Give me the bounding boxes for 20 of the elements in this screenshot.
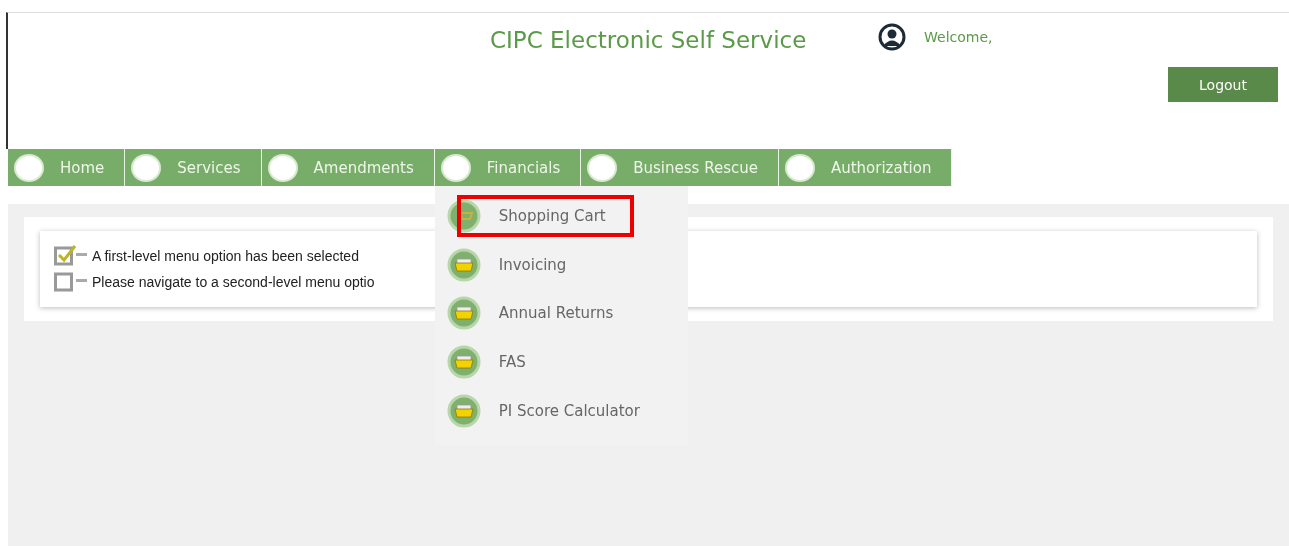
- submenu-item[interactable]: FAS: [456, 341, 542, 384]
- nav-menu-item[interactable]: Home: [8, 149, 126, 186]
- site-title: CIPC Electronic Self Service: [490, 27, 807, 53]
- nav-menu-item[interactable]: Amendments: [261, 149, 435, 186]
- folder-icon: [446, 247, 481, 282]
- nav-menu-item[interactable]: Business Rescue: [581, 149, 779, 186]
- submenu-item[interactable]: Invoicing: [456, 243, 583, 286]
- submenu-item[interactable]: Annual Returns: [456, 292, 630, 335]
- folder-icon: [446, 345, 481, 380]
- welcome-text: Welcome,: [924, 29, 993, 45]
- submenu-item[interactable]: Shopping Cart: [456, 195, 634, 238]
- nav-menu-item[interactable]: Authorization: [778, 149, 953, 186]
- hint-text: A first-level menu option has been selected: [92, 248, 359, 264]
- hint-text: Please navigate to a second-level menu optio: [92, 274, 375, 290]
- logout-button[interactable]: Logout: [1168, 67, 1278, 102]
- folder-icon: [446, 296, 481, 331]
- submenu-item[interactable]: PI Score Calculator: [456, 389, 656, 432]
- nav-menu-item[interactable]: Services: [125, 149, 262, 186]
- folder-icon: [446, 393, 481, 428]
- nav-menu-item[interactable]: Financials: [434, 149, 582, 186]
